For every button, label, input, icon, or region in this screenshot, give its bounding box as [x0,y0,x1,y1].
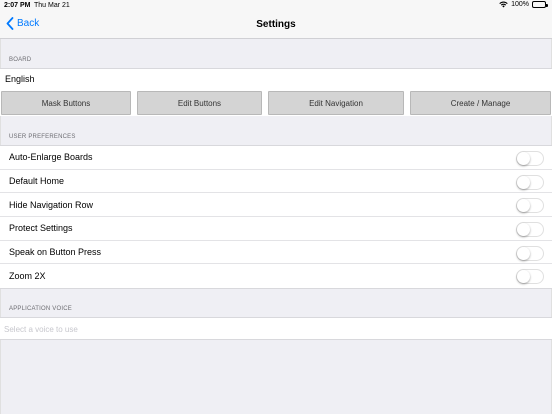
pref-row-protect-settings: Protect Settings [0,217,552,241]
battery-icon [532,1,548,8]
pref-row-default-home: Default Home [0,170,552,194]
navigation-bar: Back Settings [0,12,552,39]
zoom-2x-toggle[interactable] [516,269,544,285]
application-voice-header: APPLICATION VOICE [9,306,72,312]
pref-label: Default Home [9,175,65,186]
preferences-list: Auto-Enlarge Boards Default Home Hide Na… [0,145,552,289]
status-time: 2:07 PM [4,2,31,9]
status-bar: 2:07 PM Thu Mar 21 100% [0,0,552,12]
pref-label: Protect Settings [9,223,73,234]
default-home-toggle[interactable] [516,174,544,190]
board-button-row: Mask Buttons Edit Buttons Edit Navigatio… [0,90,552,116]
pref-label: Hide Navigation Row [9,199,94,210]
edit-buttons-button[interactable]: Edit Buttons [137,91,262,115]
voice-input[interactable] [4,322,544,336]
battery-percent: 100% [511,1,529,8]
speak-on-press-toggle[interactable] [516,245,544,261]
pref-label: Zoom 2X [9,271,46,282]
status-date: Thu Mar 21 [34,2,70,9]
pref-row-auto-enlarge: Auto-Enlarge Boards [0,146,552,170]
edit-navigation-button[interactable]: Edit Navigation [268,91,404,115]
mask-buttons-button[interactable]: Mask Buttons [1,91,131,115]
hide-navigation-toggle[interactable] [516,198,544,214]
wifi-icon [499,1,508,8]
protect-settings-toggle[interactable] [516,221,544,237]
user-preferences-header: USER PREFERENCES [9,134,76,140]
auto-enlarge-toggle[interactable] [516,151,544,166]
board-value: English [5,74,35,84]
create-manage-button[interactable]: Create / Manage [410,91,551,115]
page-title: Settings [256,19,296,30]
board-section-header: BOARD [9,57,32,63]
status-right: 100% [499,1,548,8]
pref-row-hide-navigation: Hide Navigation Row [0,193,552,217]
pref-row-speak-on-press: Speak on Button Press [0,241,552,265]
voice-row [0,317,552,340]
pref-label: Speak on Button Press [9,246,102,257]
pref-label: Auto-Enlarge Boards [9,152,93,163]
pref-row-zoom-2x: Zoom 2X [0,264,552,288]
board-selector[interactable]: English [0,68,552,90]
